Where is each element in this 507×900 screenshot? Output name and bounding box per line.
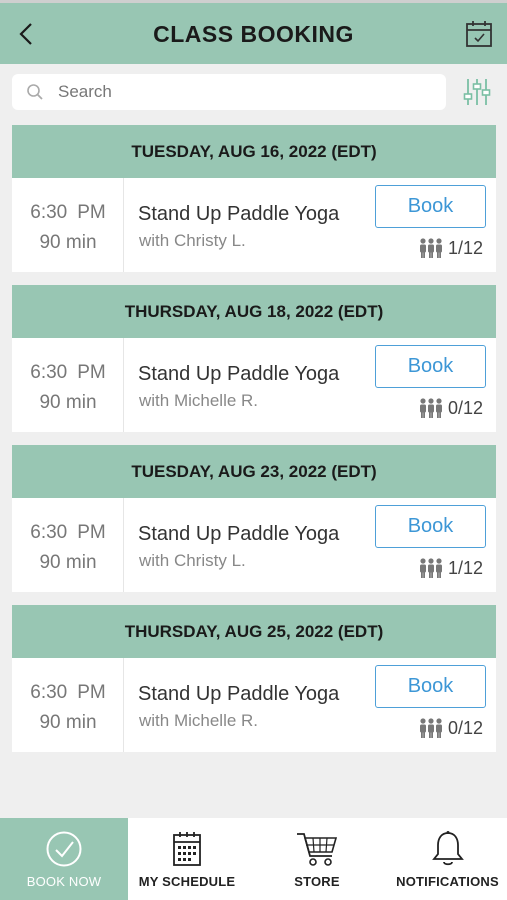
day-group: THURSDAY, AUG 25, 2022 (EDT) 6:30 PM 90 m… <box>12 605 496 752</box>
capacity: 0/12 <box>418 716 483 740</box>
class-list: TUESDAY, AUG 16, 2022 (EDT) 6:30 PM 90 mi… <box>12 125 496 765</box>
people-icon <box>420 398 442 418</box>
day-header: THURSDAY, AUG 18, 2022 (EDT) <box>12 285 496 338</box>
calendar-icon <box>173 832 201 866</box>
tab-label: NOTIFICATIONS <box>396 874 499 889</box>
tab-label: MY SCHEDULE <box>138 874 236 889</box>
capacity: 1/12 <box>418 236 483 260</box>
time-column: 6:30 PM 90 min <box>12 178 124 272</box>
instructor-name: with Christy L. <box>139 231 246 250</box>
instructor-name: with Michelle R. <box>139 391 259 410</box>
day-group: TUESDAY, AUG 23, 2022 (EDT) 6:30 PM 90 mi… <box>12 445 496 592</box>
instructor-name: with Michelle R. <box>139 711 259 730</box>
day-group: THURSDAY, AUG 18, 2022 (EDT) 6:30 PM 90 m… <box>12 285 496 432</box>
people-icon <box>420 558 442 578</box>
book-button[interactable]: Book <box>375 185 486 228</box>
capacity-count: 0/12 <box>448 717 484 738</box>
class-name: Stand Up Paddle Yoga <box>138 523 340 545</box>
bell-icon <box>431 831 464 866</box>
class-row[interactable]: 6:30 PM 90 min Stand Up Paddle Yoga with … <box>12 498 496 592</box>
tab-notifications[interactable]: NOTIFICATIONS <box>388 818 507 900</box>
people-icon <box>420 718 442 738</box>
class-duration: 90 min <box>39 392 97 413</box>
day-header: THURSDAY, AUG 25, 2022 (EDT) <box>12 605 496 658</box>
time-column: 6:30 PM 90 min <box>12 658 124 752</box>
instructor-name: with Christy L. <box>139 551 246 570</box>
time-column: 6:30 PM 90 min <box>12 338 124 432</box>
tab-book-now[interactable]: BOOK NOW <box>0 818 128 900</box>
time-column: 6:30 PM 90 min <box>12 498 124 592</box>
tab-label: BOOK NOW <box>26 874 102 889</box>
class-time: 6:30 PM <box>30 362 106 383</box>
search-bar[interactable] <box>12 74 446 110</box>
calendar-check-icon <box>466 21 492 47</box>
capacity-count: 1/12 <box>448 557 484 578</box>
book-button[interactable]: Book <box>375 665 486 708</box>
tab-store[interactable]: STORE <box>246 818 388 900</box>
class-duration: 90 min <box>39 552 97 573</box>
sliders-icon <box>463 79 491 105</box>
capacity-count: 1/12 <box>448 237 484 258</box>
class-name: Stand Up Paddle Yoga <box>138 203 340 225</box>
search-input[interactable] <box>58 78 438 106</box>
tab-my-schedule[interactable]: MY SCHEDULE <box>128 818 246 900</box>
class-duration: 90 min <box>39 712 97 733</box>
tab-label: STORE <box>294 874 340 889</box>
search-icon <box>27 84 43 100</box>
book-button[interactable]: Book <box>375 505 486 548</box>
class-name: Stand Up Paddle Yoga <box>138 683 340 705</box>
day-header: TUESDAY, AUG 23, 2022 (EDT) <box>12 445 496 498</box>
class-duration: 90 min <box>39 232 97 253</box>
class-time: 6:30 PM <box>30 202 106 223</box>
page-title: CLASS BOOKING <box>153 21 354 47</box>
class-name: Stand Up Paddle Yoga <box>138 363 340 385</box>
class-row[interactable]: 6:30 PM 90 min Stand Up Paddle Yoga with … <box>12 658 496 752</box>
check-circle-icon <box>46 831 82 867</box>
class-time: 6:30 PM <box>30 682 106 703</box>
book-button[interactable]: Book <box>375 345 486 388</box>
cart-icon <box>297 833 338 866</box>
people-icon <box>420 238 442 258</box>
filter-button[interactable] <box>462 76 492 108</box>
day-group: TUESDAY, AUG 16, 2022 (EDT) 6:30 PM 90 mi… <box>12 125 496 272</box>
bottom-tab-bar: BOOK NOW MY SCHEDULE STORE NOTIFICATIONS <box>0 818 507 900</box>
capacity: 1/12 <box>418 556 483 580</box>
class-row[interactable]: 6:30 PM 90 min Stand Up Paddle Yoga with … <box>12 178 496 272</box>
capacity-count: 0/12 <box>448 397 484 418</box>
class-time: 6:30 PM <box>30 522 106 543</box>
class-row[interactable]: 6:30 PM 90 min Stand Up Paddle Yoga with … <box>12 338 496 432</box>
capacity: 0/12 <box>418 396 483 420</box>
day-header: TUESDAY, AUG 16, 2022 (EDT) <box>12 125 496 178</box>
app-header: CLASS BOOKING <box>0 0 507 64</box>
calendar-button[interactable] <box>463 18 495 50</box>
